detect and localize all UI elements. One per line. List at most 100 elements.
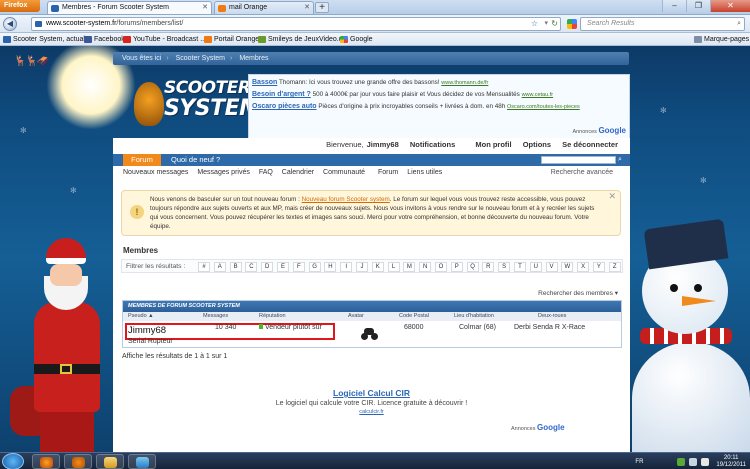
minimize-icon[interactable]: – <box>662 0 686 12</box>
letter-filter-button[interactable]: Y <box>592 262 605 272</box>
breadcrumb-home-link[interactable]: Scooter System <box>171 52 230 65</box>
taskbar-firefox[interactable] <box>32 454 60 469</box>
column-header-vehicle[interactable]: Deux-roues <box>538 312 566 321</box>
subnav-forum[interactable]: Forum <box>378 169 398 176</box>
user-link[interactable]: Jimmy68 <box>367 140 399 149</box>
taskbar-app[interactable] <box>128 454 156 469</box>
subnav-community[interactable]: Communauté <box>323 169 365 176</box>
letter-filter-button[interactable]: V <box>545 262 558 272</box>
url-bar[interactable]: www.scooter-system.fr/forums/members/lis… <box>31 17 561 31</box>
bookmark-google[interactable]: Google <box>339 33 373 46</box>
letter-filter-button[interactable]: K <box>371 262 384 272</box>
ad-url[interactable]: www.thomann.de/fr <box>441 80 488 86</box>
ad-url[interactable]: www.cetau.fr <box>522 92 553 98</box>
tab-forum[interactable]: Forum <box>123 154 161 166</box>
bookmark-youtube[interactable]: YouTube - Broadcast ... <box>122 33 206 46</box>
google-engine-icon[interactable] <box>567 19 577 29</box>
bookmark-star-icon[interactable]: ☆ <box>531 18 538 30</box>
breadcrumb-current[interactable]: Membres <box>234 52 273 65</box>
search-icon[interactable]: ⌕ <box>737 18 741 30</box>
ads-by-google[interactable]: Annonces Google <box>572 125 626 138</box>
logout-link[interactable]: Se déconnecter <box>562 140 618 149</box>
language-indicator[interactable]: FR <box>635 459 643 465</box>
bookmark-smileys[interactable]: Smileys de JeuxVideo.c... <box>257 33 348 46</box>
letter-filter-button[interactable]: B <box>229 262 242 272</box>
bookmark-scooter-system[interactable]: Scooter System, actual... <box>2 33 91 46</box>
letter-filter-button[interactable]: C <box>245 262 258 272</box>
column-header-messages[interactable]: Messages <box>203 312 228 321</box>
dropdown-arrow-icon[interactable]: ▾ <box>544 18 548 30</box>
ad-title-link[interactable]: Oscaro pièces auto <box>252 103 317 110</box>
bookmark-portail-orange[interactable]: Portail Orange <box>203 33 259 46</box>
letter-filter-button[interactable]: L <box>387 262 400 272</box>
bookmarks-menu[interactable]: Marque-pages <box>693 33 749 46</box>
letter-filter-button[interactable]: P <box>450 262 463 272</box>
maximize-icon[interactable]: ❐ <box>686 0 710 12</box>
letter-filter-button[interactable]: # <box>198 262 210 272</box>
new-forum-link[interactable]: Nouveau forum Scooter system <box>302 196 390 203</box>
notifications-link[interactable]: Notifications <box>410 140 455 149</box>
ads-by-google[interactable]: Annonces Google <box>511 423 565 432</box>
letter-filter-button[interactable]: S <box>498 262 511 272</box>
letter-filter-button[interactable]: X <box>577 262 590 272</box>
close-tab-icon[interactable]: ✕ <box>202 2 208 14</box>
promo-title-link[interactable]: Logiciel Calcul CIR <box>113 388 630 398</box>
letter-filter-button[interactable]: J <box>355 262 368 272</box>
letter-filter-button[interactable]: Q <box>466 262 479 272</box>
column-header-place[interactable]: Lieu d'habitation <box>454 312 494 321</box>
column-header-reputation[interactable]: Réputation <box>259 312 286 321</box>
site-logo[interactable]: SCOOTER SYSTEM <box>132 74 261 140</box>
close-notice-icon[interactable]: ✕ <box>608 192 616 201</box>
ad-url[interactable]: Oscaro.com/toutes-les-pieces <box>507 104 580 110</box>
back-button[interactable]: ◀ <box>3 17 17 31</box>
subnav-useful-links[interactable]: Liens utiles <box>407 169 442 176</box>
close-window-icon[interactable]: ✕ <box>710 0 750 12</box>
letter-filter-button[interactable]: H <box>324 262 337 272</box>
letter-filter-button[interactable]: A <box>213 262 226 272</box>
member-avatar[interactable] <box>359 327 379 341</box>
letter-filter-button[interactable]: I <box>340 262 353 272</box>
search-members-link[interactable]: Rechercher des membres ▾ <box>538 289 618 297</box>
advanced-search-link[interactable]: Recherche avancée <box>551 166 613 180</box>
ad-title-link[interactable]: Besoin d'argent ? <box>252 91 311 98</box>
clock[interactable]: 20:11 19/12/2011 <box>716 455 746 469</box>
letter-filter-button[interactable]: G <box>308 262 321 272</box>
letter-filter-button[interactable]: O <box>434 262 447 272</box>
options-link[interactable]: Options <box>523 140 551 149</box>
letter-filter-button[interactable]: E <box>276 262 289 272</box>
letter-filter-button[interactable]: W <box>561 262 574 272</box>
letter-filter-button[interactable]: U <box>529 262 542 272</box>
ad-title-link[interactable]: Basson <box>252 79 277 86</box>
letter-filter-button[interactable]: F <box>292 262 305 272</box>
network-icon[interactable] <box>677 457 686 466</box>
subnav-new-messages[interactable]: Nouveaux messages <box>123 169 188 176</box>
volume-icon[interactable] <box>701 457 710 466</box>
letter-filter-button[interactable]: T <box>513 262 526 272</box>
tab-membres[interactable]: Membres - Forum Scooter System ✕ <box>47 1 212 14</box>
reload-icon[interactable]: ↻ <box>551 18 558 30</box>
bookmark-facebook[interactable]: Facebook <box>83 33 125 46</box>
column-header-postal[interactable]: Code Postal <box>399 312 429 321</box>
tab-whats-new[interactable]: Quoi de neuf ? <box>163 154 228 166</box>
start-button[interactable] <box>2 453 24 469</box>
letter-filter-button[interactable]: Z <box>608 262 621 272</box>
new-tab-button[interactable]: + <box>315 2 329 13</box>
column-header-pseudo[interactable]: Pseudo ▲ <box>128 312 154 321</box>
promo-url-link[interactable]: calculcir.fr <box>113 409 630 415</box>
tab-mail-orange[interactable]: mail Orange ✕ <box>214 1 314 14</box>
subnav-private-messages[interactable]: Messages privés <box>197 169 250 176</box>
taskbar-media-player[interactable] <box>64 454 92 469</box>
close-tab-icon[interactable]: ✕ <box>304 2 310 14</box>
member-username-link[interactable]: Jimmy68 <box>128 325 166 336</box>
firefox-menu-button[interactable]: Firefox <box>0 0 40 12</box>
column-header-avatar[interactable]: Avatar <box>348 312 364 321</box>
search-icon[interactable]: ⌕ <box>618 155 628 165</box>
search-input[interactable]: Search Results ⌕ <box>580 17 745 31</box>
forum-search-input[interactable] <box>541 156 616 164</box>
subnav-faq[interactable]: FAQ <box>259 169 273 176</box>
flag-icon[interactable] <box>689 457 698 466</box>
profile-link[interactable]: Mon profil <box>475 140 511 149</box>
letter-filter-button[interactable]: M <box>403 262 416 272</box>
subnav-calendar[interactable]: Calendrier <box>282 169 314 176</box>
taskbar-explorer[interactable] <box>96 454 124 469</box>
